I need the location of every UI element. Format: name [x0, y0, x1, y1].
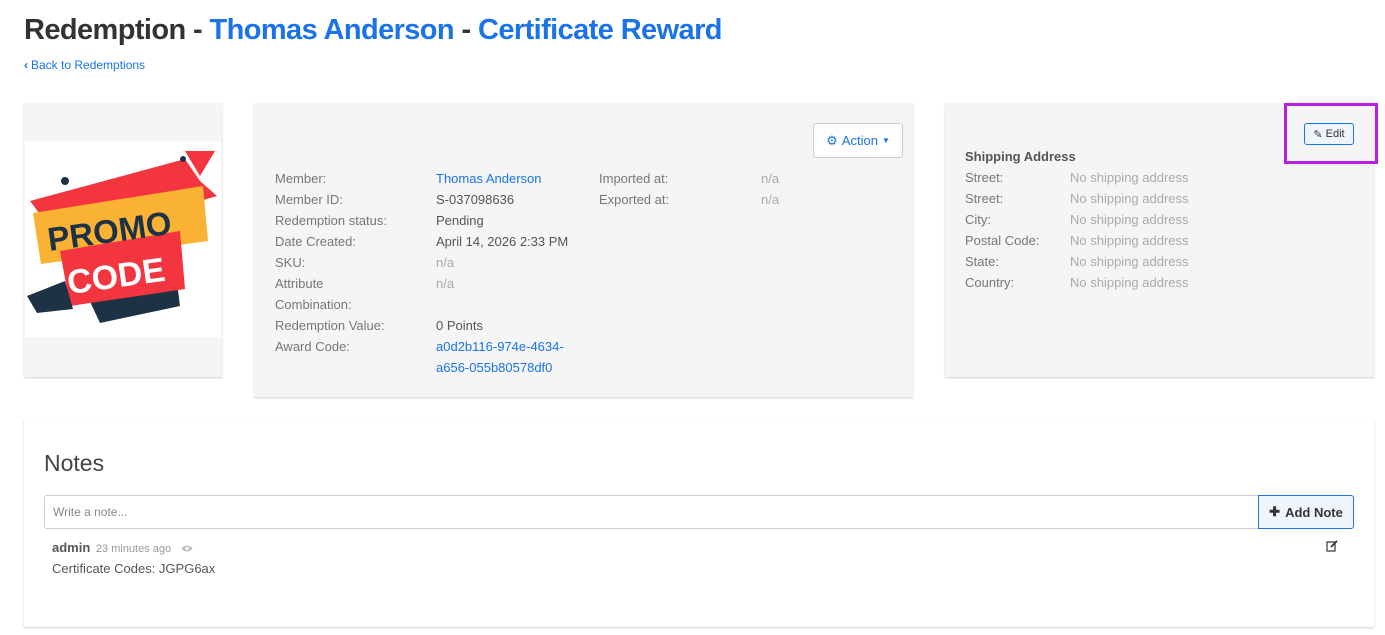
redemption-value: 0 Points [436, 318, 483, 333]
city-value: No shipping address [1070, 212, 1189, 227]
back-link-label: Back to Redemptions [31, 58, 146, 72]
redemption-details-panel: ⚙ Action ▼ Member: Thomas Anderson Membe… [254, 103, 913, 397]
country-value: No shipping address [1070, 275, 1189, 290]
street2-label: Street: [965, 191, 1004, 206]
edit-note-icon[interactable] [1326, 540, 1338, 555]
sku-value: n/a [436, 255, 455, 270]
add-note-button[interactable]: ✚ Add Note [1258, 495, 1354, 529]
status-value: Pending [436, 213, 484, 228]
street2-value: No shipping address [1070, 191, 1189, 206]
member-name-link[interactable]: Thomas Anderson [210, 14, 455, 46]
award-code-link-line1[interactable]: a0d2b116-974e-4634- [436, 339, 564, 354]
imported-at-label: Imported at: [599, 171, 669, 186]
exported-at-value: n/a [761, 192, 780, 207]
country-label: Country: [965, 275, 1015, 290]
member-id-value: S-037098636 [436, 192, 515, 207]
street-label: Street: [965, 170, 1004, 185]
sku-label: SKU: [275, 255, 306, 270]
chevron-left-icon: ‹ [24, 58, 28, 72]
title-prefix: Redemption - [24, 14, 210, 46]
gear-icon: ⚙ [826, 132, 838, 148]
postal-code-label: Postal Code: [965, 233, 1040, 248]
title-separator: - [454, 14, 479, 46]
promo-code-image: PROMO CODE [25, 141, 221, 337]
edit-button-highlight [1284, 103, 1378, 164]
note-header: admin 23 minutes ago [52, 540, 193, 556]
plus-icon: ✚ [1269, 504, 1281, 519]
promo-code-graphic: PROMO CODE [27, 151, 217, 323]
action-dropdown-button[interactable]: ⚙ Action ▼ [813, 123, 903, 158]
status-label: Redemption status: [275, 213, 388, 228]
reward-image-panel: PROMO CODE [24, 103, 222, 377]
add-note-label: Add Note [1285, 504, 1343, 520]
page-title: Redemption - Thomas Anderson - Certifica… [24, 14, 722, 47]
imported-at-value: n/a [761, 171, 780, 186]
note-timestamp: 23 minutes ago [95, 543, 172, 555]
award-code-link-line2[interactable]: a656-055b80578df0 [436, 360, 552, 375]
award-code-label: Award Code: [275, 339, 350, 354]
state-label: State: [965, 254, 999, 269]
date-created-label: Date Created: [275, 234, 356, 249]
note-author: admin [52, 540, 91, 555]
reward-name-link[interactable]: Certificate Reward [478, 14, 722, 46]
action-label: Action [841, 133, 878, 148]
attribute-label: Attribute [275, 276, 324, 291]
notes-title: Notes [44, 450, 105, 476]
back-to-redemptions-link[interactable]: ‹ Back to Redemptions [24, 58, 145, 72]
member-label: Member: [275, 171, 327, 186]
member-id-label: Member ID: [275, 192, 343, 207]
member-value-link[interactable]: Thomas Anderson [436, 171, 542, 186]
redemption-value-label: Redemption Value: [275, 318, 385, 333]
notes-panel: Notes ✚ Add Note admin 23 minutes ago Ce… [24, 420, 1374, 627]
combination-label: Combination: [275, 297, 352, 312]
city-label: City: [965, 212, 991, 227]
state-value: No shipping address [1070, 254, 1189, 269]
eye-icon [181, 541, 193, 556]
shipping-address-heading: Shipping Address [965, 149, 1076, 164]
date-created-value: April 14, 2026 2:33 PM [436, 234, 569, 249]
attribute-value: n/a [436, 276, 455, 291]
note-input[interactable] [44, 495, 1258, 529]
exported-at-label: Exported at: [599, 192, 670, 207]
note-text: Certificate Codes: JGPG6ax [52, 561, 216, 576]
caret-down-icon: ▼ [881, 136, 890, 145]
postal-code-value: No shipping address [1070, 233, 1189, 248]
street-value: No shipping address [1070, 170, 1189, 185]
